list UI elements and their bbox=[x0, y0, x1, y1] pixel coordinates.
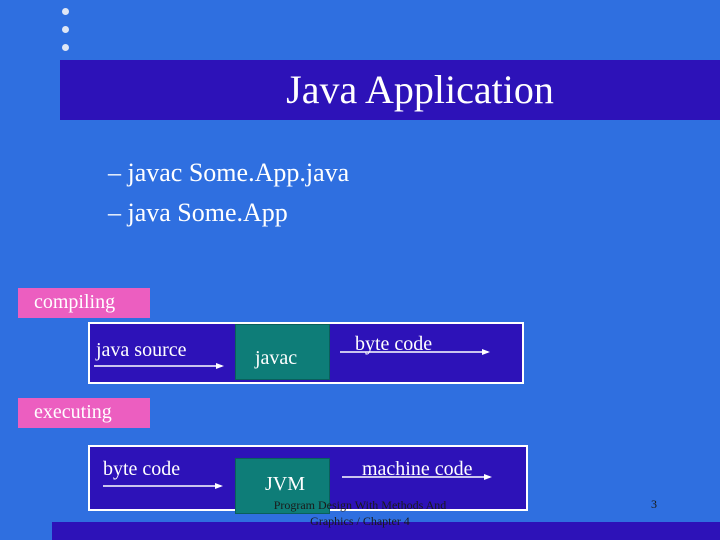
compiling-label: compiling bbox=[18, 288, 150, 318]
footer-text: Program Design With Methods And Graphics… bbox=[240, 497, 480, 529]
bullet-javac-command: – javac Some.App.java bbox=[108, 158, 350, 187]
page-number: 3 bbox=[651, 497, 657, 511]
decorative-dot bbox=[62, 44, 69, 51]
bullet-java-command: – java Some.App bbox=[108, 198, 288, 227]
jvm-label: JVM bbox=[265, 473, 306, 495]
executing-input-arrow bbox=[103, 483, 223, 489]
executing-output-arrow bbox=[342, 474, 492, 480]
slide-title: Java Application bbox=[286, 67, 554, 112]
compiling-input-arrow bbox=[94, 363, 224, 369]
decorative-dot bbox=[62, 26, 69, 33]
decorative-dot bbox=[62, 8, 69, 15]
title-bar: Java Application bbox=[60, 60, 720, 120]
compiling-output-arrow bbox=[340, 349, 490, 355]
footer-line-1: Program Design With Methods And bbox=[273, 498, 447, 512]
javac-label: javac bbox=[255, 347, 298, 369]
executing-source-label: byte code bbox=[103, 458, 181, 480]
footer-line-2: Graphics / Chapter 4 bbox=[310, 514, 410, 528]
compiling-source-label: java source bbox=[96, 339, 187, 361]
executing-label: executing bbox=[18, 398, 150, 428]
